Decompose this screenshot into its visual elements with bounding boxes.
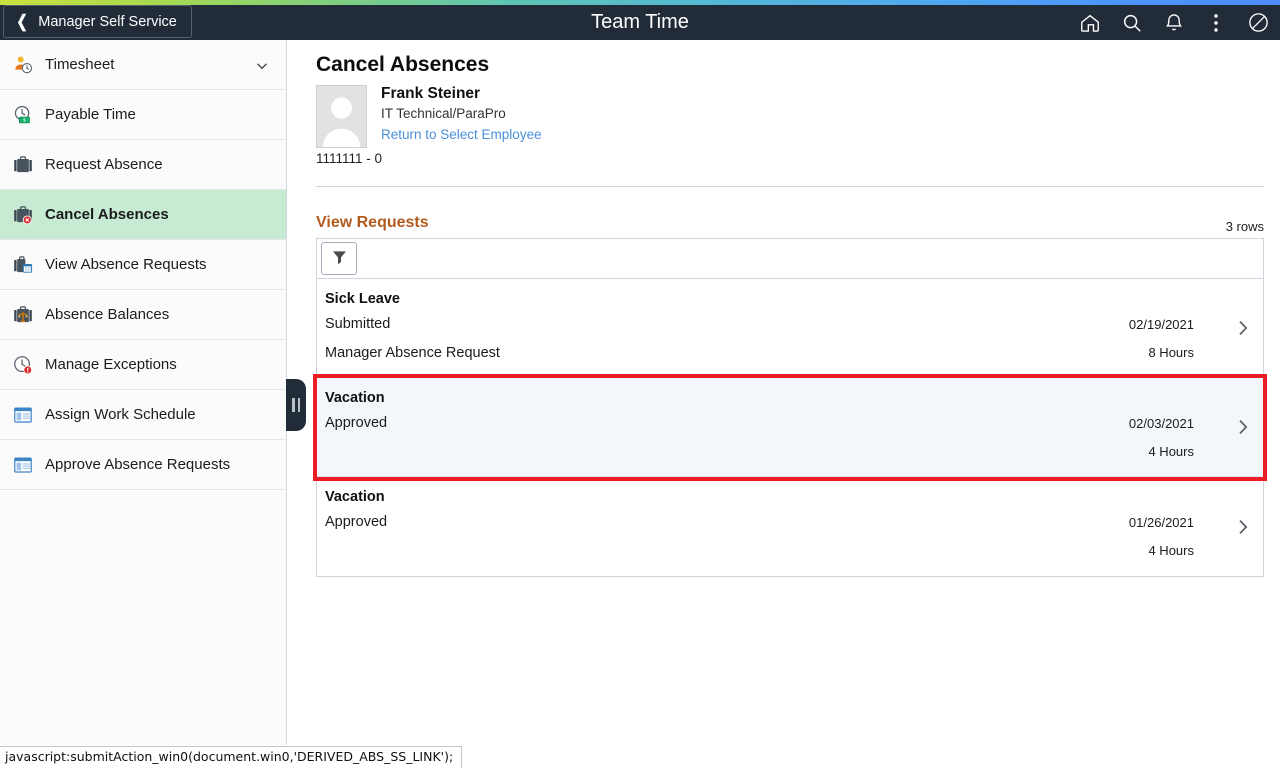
main-content-area: Cancel Absences Frank Steiner IT Technic… (287, 40, 1280, 745)
sidebar-item-payable-time[interactable]: $ Payable Time (0, 90, 286, 140)
clock-alert-icon (9, 351, 37, 379)
table-row[interactable]: Vacation Approved 01/26/2021 4 Hours (317, 477, 1263, 576)
actions-kebab-icon[interactable] (1202, 9, 1230, 37)
navbar-icon[interactable] (1244, 9, 1272, 37)
window-panel-icon (9, 451, 37, 479)
view-requests-heading: View Requests (316, 214, 429, 231)
chevron-left-icon: ❮ (16, 12, 28, 31)
section-divider (316, 186, 1264, 187)
sidebar-item-timesheet[interactable]: Timesheet (0, 40, 286, 90)
sidebar-item-cancel-absences[interactable]: Cancel Absences (0, 190, 286, 240)
header-icon-group (1076, 5, 1272, 40)
absence-date: 02/03/2021 (1128, 416, 1194, 431)
sidebar-item-label: Request Absence (45, 156, 163, 173)
search-icon[interactable] (1118, 9, 1146, 37)
sidebar-item-label: Approve Absence Requests (45, 456, 231, 473)
absence-type: Vacation (325, 489, 385, 505)
absence-hours: 4 Hours (1148, 543, 1194, 558)
briefcase-cancel-icon (9, 201, 37, 229)
absence-status: Submitted (325, 316, 391, 332)
absence-type: Sick Leave (325, 291, 400, 307)
sidebar-item-label: Assign Work Schedule (45, 406, 196, 423)
chevron-down-icon[interactable] (256, 59, 268, 71)
employee-info: Frank Steiner IT Technical/ParaPro Retur… (381, 85, 542, 144)
back-to-manager-self-service-button[interactable]: ❮ Manager Self Service (3, 5, 192, 38)
sidebar-item-label: Manage Exceptions (45, 356, 177, 373)
sidebar-item-label: View Absence Requests (45, 256, 207, 273)
sidebar-item-label: Timesheet (45, 56, 115, 73)
employee-role: IT Technical/ParaPro (381, 106, 506, 121)
absence-status: Approved (325, 514, 388, 530)
left-navigation-sidebar: Timesheet $ Payable Time Request Absence… (0, 40, 287, 745)
absence-hours: 4 Hours (1148, 444, 1194, 459)
svg-text:$: $ (23, 117, 26, 123)
absence-hours: 8 Hours (1148, 345, 1194, 360)
chevron-right-icon[interactable] (1235, 418, 1251, 436)
sidebar-collapse-handle[interactable] (286, 379, 306, 431)
user-placeholder-avatar (316, 85, 367, 148)
filter-toolbar (317, 239, 1263, 279)
pause-bars-icon (292, 398, 300, 412)
window-panel-icon (9, 401, 37, 429)
person-clock-icon (9, 51, 37, 79)
chevron-right-icon[interactable] (1235, 518, 1251, 536)
browser-status-bar: javascript:submitAction_win0(document.wi… (0, 746, 463, 768)
absence-status: Approved (325, 415, 388, 431)
table-row[interactable]: Sick Leave Submitted Manager Absence Req… (317, 279, 1263, 378)
employee-id: 1111111 - 0 (316, 151, 383, 166)
sidebar-item-assign-work-schedule[interactable]: Assign Work Schedule (0, 390, 286, 440)
absence-date: 01/26/2021 (1128, 515, 1194, 530)
absence-type: Vacation (325, 390, 385, 406)
sidebar-item-label: Absence Balances (45, 306, 170, 323)
clock-money-icon: $ (9, 101, 37, 129)
rows-count-label: 3 rows (1225, 219, 1264, 234)
requests-list-panel: Sick Leave Submitted Manager Absence Req… (313, 238, 1267, 577)
notifications-bell-icon[interactable] (1160, 9, 1188, 37)
sidebar-item-label: Cancel Absences (45, 206, 169, 223)
briefcase-scale-icon (9, 301, 37, 329)
sidebar-item-request-absence[interactable]: Request Absence (0, 140, 286, 190)
sidebar-item-label: Payable Time (45, 106, 136, 123)
home-icon[interactable] (1076, 9, 1104, 37)
sidebar-item-approve-absence-requests[interactable]: Approve Absence Requests (0, 440, 286, 490)
sidebar-item-view-absence-requests[interactable]: View Absence Requests (0, 240, 286, 290)
return-to-select-employee-link[interactable]: Return to Select Employee (381, 127, 542, 142)
back-button-label: Manager Self Service (38, 13, 177, 30)
funnel-filter-icon[interactable] (321, 242, 357, 275)
app-header: ❮ Manager Self Service Team Time (0, 5, 1280, 40)
employee-name: Frank Steiner (381, 85, 481, 102)
table-row[interactable]: Vacation Approved 02/03/2021 4 Hours (313, 374, 1267, 481)
page-title: Cancel Absences (316, 53, 490, 76)
chevron-right-icon[interactable] (1235, 319, 1251, 337)
sidebar-item-manage-exceptions[interactable]: Manage Exceptions (0, 340, 286, 390)
briefcase-calendar-icon (9, 251, 37, 279)
absence-source: Manager Absence Request (325, 345, 500, 361)
absence-date: 02/19/2021 (1128, 317, 1194, 332)
briefcase-icon (9, 151, 37, 179)
sidebar-item-absence-balances[interactable]: Absence Balances (0, 290, 286, 340)
